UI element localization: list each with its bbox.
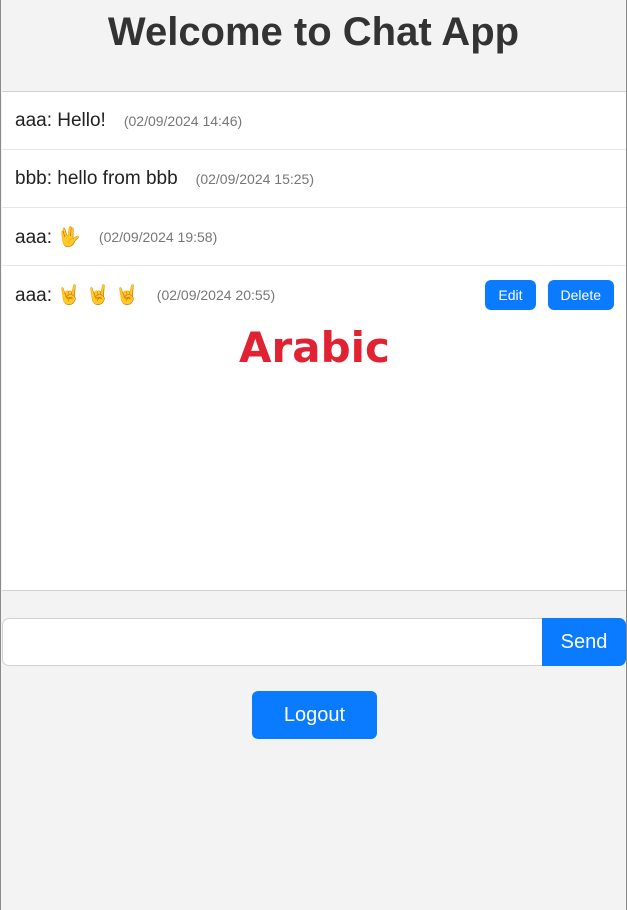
message-item: aaa: 🖖 (02/09/2024 19:58) [2,208,626,266]
message-text: aaa: 🖖 [15,226,81,248]
message-text: aaa: 🤘 🤘 🤘 [15,285,139,306]
edit-message-button[interactable]: Edit [485,280,536,310]
message-timestamp: (02/09/2024 15:25) [195,170,314,187]
message-text: aaa: Hello! [15,109,106,131]
message-item: bbb: hello from bbb (02/09/2024 15:25) [2,150,626,208]
message-actions: Edit Delete [485,280,614,310]
message-timestamp: (02/09/2024 14:46) [123,112,243,129]
send-button[interactable]: Send [542,618,626,666]
message-item: aaa: Hello! (02/09/2024 14:46) [2,92,626,150]
delete-message-button[interactable]: Delete [547,280,614,310]
page-title: Welcome to Chat App [107,10,520,54]
message-timestamp: (02/09/2024 19:58) [98,228,218,245]
message-composer: Send [2,618,626,666]
logout-button[interactable]: Logout [252,691,377,739]
message-input[interactable] [2,618,542,666]
language-overlay-label: Arabic [239,323,390,372]
message-text: bbb: hello from bbb [15,167,178,189]
message-item: aaa: 🤘 🤘 🤘 (02/09/2024 20:55) Edit Delet… [2,266,626,324]
message-timestamp: (02/09/2024 20:55) [156,287,276,303]
